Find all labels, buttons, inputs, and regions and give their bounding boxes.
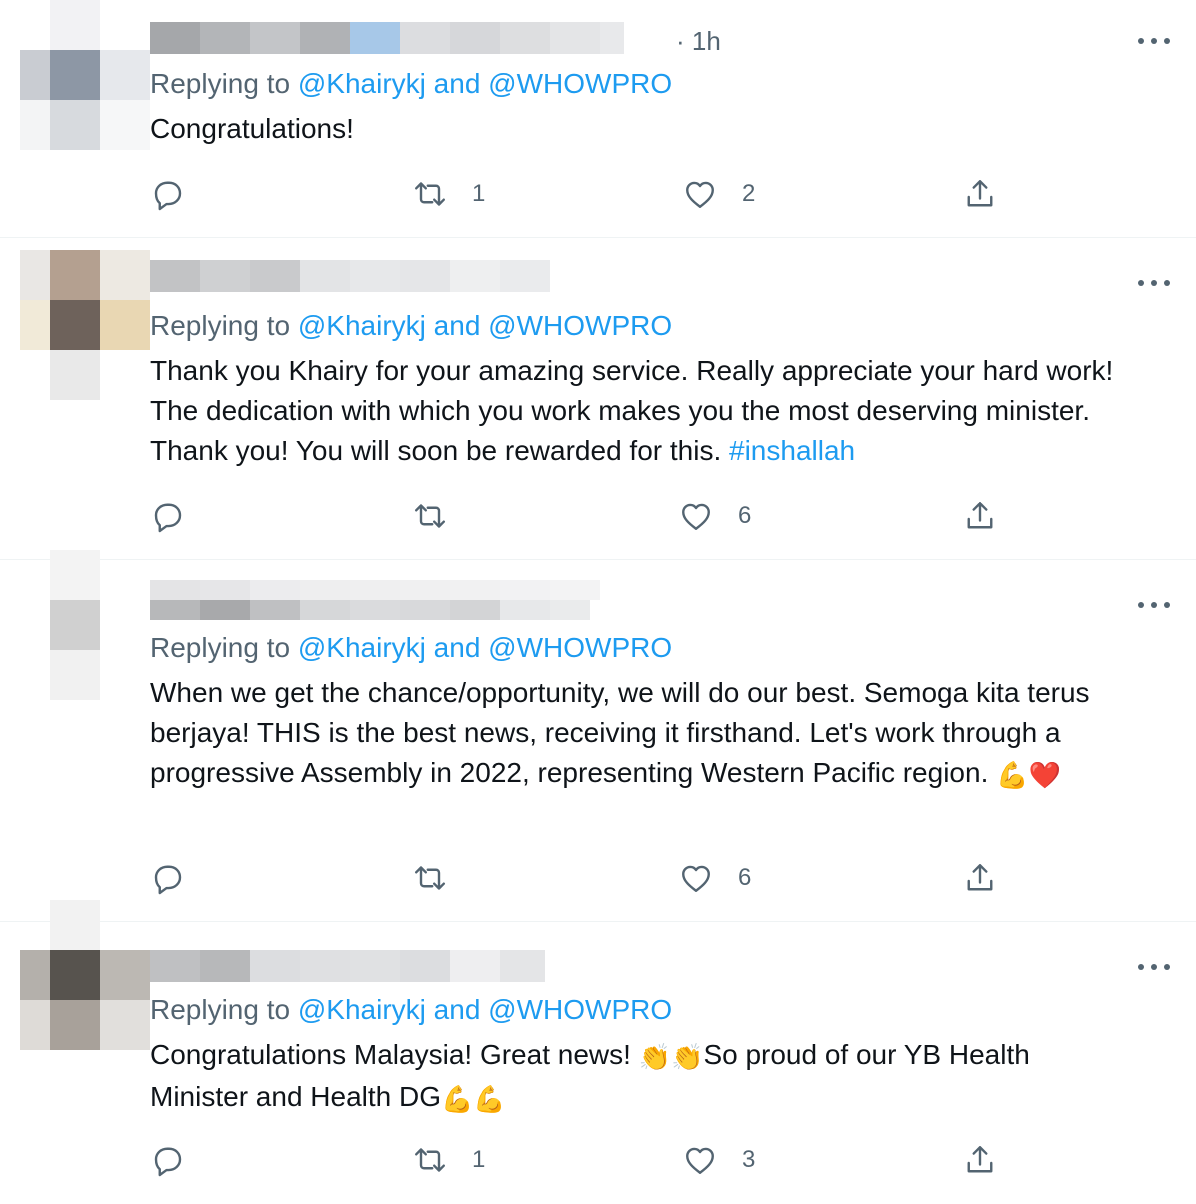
tweet-text-part: Congratulations Malaysia! Great news! — [150, 1039, 639, 1070]
retweet-icon — [415, 182, 445, 206]
share-button[interactable] — [962, 496, 998, 536]
and-text[interactable]: and — [434, 310, 481, 341]
and-text[interactable]: and — [434, 994, 481, 1025]
share-icon — [967, 864, 993, 891]
replying-prefix: Replying to — [150, 632, 291, 663]
retweet-icon — [415, 866, 445, 890]
replying-prefix: Replying to — [150, 994, 291, 1025]
display-name-redacted[interactable] — [150, 22, 624, 54]
tweet-text: Congratulations Malaysia! Great news! 👏👏… — [150, 1035, 1130, 1119]
reply-icon — [154, 181, 182, 211]
like-count: 6 — [738, 864, 752, 891]
tweet-1[interactable]: · 1h Replying to @Khairykj and @WHOWPRO … — [0, 0, 1196, 238]
action-bar: 1 3 — [150, 1140, 1010, 1180]
more-icon[interactable] — [1138, 278, 1170, 288]
reply-button[interactable] — [150, 496, 186, 536]
replying-to: Replying to @Khairykj and @WHOWPRO — [150, 632, 672, 664]
avatar[interactable] — [20, 550, 136, 700]
action-bar: 6 — [150, 858, 1010, 898]
heart-icon — [686, 181, 714, 208]
reply-button[interactable] — [150, 174, 186, 214]
replying-to: Replying to @Khairykj and @WHOWPRO — [150, 68, 672, 100]
tweet-3[interactable]: Replying to @Khairykj and @WHOWPRO When … — [0, 550, 1196, 922]
action-bar: 1 2 — [150, 174, 1010, 214]
mention-link[interactable]: @Khairykj — [298, 310, 426, 341]
reply-button[interactable] — [150, 1140, 186, 1180]
like-count: 2 — [742, 180, 756, 207]
replying-prefix: Replying to — [150, 310, 291, 341]
timestamp[interactable]: · 1h — [676, 26, 721, 57]
more-icon[interactable] — [1138, 962, 1170, 972]
retweet-button[interactable] — [412, 496, 472, 536]
retweet-count: 1 — [472, 180, 486, 207]
replying-to: Replying to @Khairykj and @WHOWPRO — [150, 994, 672, 1026]
like-button[interactable]: 2 — [682, 174, 755, 214]
share-icon — [967, 502, 993, 529]
tweet-text-content: When we get the chance/opportunity, we w… — [150, 677, 1090, 788]
mention-link[interactable]: @WHOWPRO — [488, 994, 672, 1025]
heart-icon — [682, 865, 710, 892]
share-button[interactable] — [962, 174, 998, 214]
clap-emoji: 👏👏 — [638, 1042, 704, 1072]
avatar[interactable] — [20, 250, 150, 400]
retweet-button[interactable]: 1 — [412, 1140, 485, 1180]
retweet-icon — [415, 1148, 445, 1172]
reply-icon — [154, 503, 182, 533]
share-icon — [967, 1146, 993, 1173]
mention-link[interactable]: @WHOWPRO — [488, 68, 672, 99]
like-count: 6 — [738, 502, 752, 529]
muscle-emoji: 💪💪 — [441, 1084, 506, 1114]
like-button[interactable]: 6 — [678, 496, 751, 536]
retweet-count: 1 — [472, 1146, 486, 1173]
share-button[interactable] — [962, 1140, 998, 1180]
and-text[interactable]: and — [434, 632, 481, 663]
action-bar: 6 — [150, 496, 1010, 536]
display-name-redacted[interactable] — [150, 580, 600, 620]
retweet-button[interactable]: 1 — [412, 174, 485, 214]
like-button[interactable]: 6 — [678, 858, 751, 898]
share-icon — [967, 180, 993, 207]
hashtag-link[interactable]: #inshallah — [729, 435, 855, 466]
reply-icon — [154, 865, 182, 895]
replying-prefix: Replying to — [150, 68, 291, 99]
more-icon[interactable] — [1138, 600, 1170, 610]
replying-to: Replying to @Khairykj and @WHOWPRO — [150, 310, 672, 342]
reply-button[interactable] — [150, 858, 186, 898]
like-count: 3 — [742, 1146, 756, 1173]
reply-feed: · 1h Replying to @Khairykj and @WHOWPRO … — [0, 0, 1196, 1204]
mention-link[interactable]: @Khairykj — [298, 632, 426, 663]
emoji: 💪❤️ — [996, 760, 1061, 790]
tweet-4[interactable]: Replying to @Khairykj and @WHOWPRO Congr… — [0, 900, 1196, 1204]
tweet-text: Thank you Khairy for your amazing servic… — [150, 351, 1150, 471]
tweet-2[interactable]: Replying to @Khairykj and @WHOWPRO Thank… — [0, 238, 1196, 560]
heart-icon — [682, 503, 710, 530]
avatar[interactable] — [20, 900, 150, 1050]
mention-link[interactable]: @WHOWPRO — [488, 310, 672, 341]
avatar[interactable] — [20, 0, 150, 150]
retweet-button[interactable] — [412, 858, 472, 898]
reply-icon — [154, 1147, 182, 1177]
mention-link[interactable]: @Khairykj — [298, 68, 426, 99]
display-name-redacted[interactable] — [150, 950, 545, 982]
retweet-icon — [415, 504, 445, 528]
heart-icon — [686, 1147, 714, 1174]
mention-link[interactable]: @Khairykj — [298, 994, 426, 1025]
display-name-redacted[interactable] — [150, 260, 550, 292]
tweet-text: Congratulations! — [150, 113, 354, 144]
and-text[interactable]: and — [434, 68, 481, 99]
like-button[interactable]: 3 — [682, 1140, 755, 1180]
tweet-text: When we get the chance/opportunity, we w… — [150, 673, 1110, 795]
tweet-text-content: Thank you Khairy for your amazing servic… — [150, 355, 1114, 466]
mention-link[interactable]: @WHOWPRO — [488, 632, 672, 663]
share-button[interactable] — [962, 858, 998, 898]
more-icon[interactable] — [1138, 36, 1170, 46]
